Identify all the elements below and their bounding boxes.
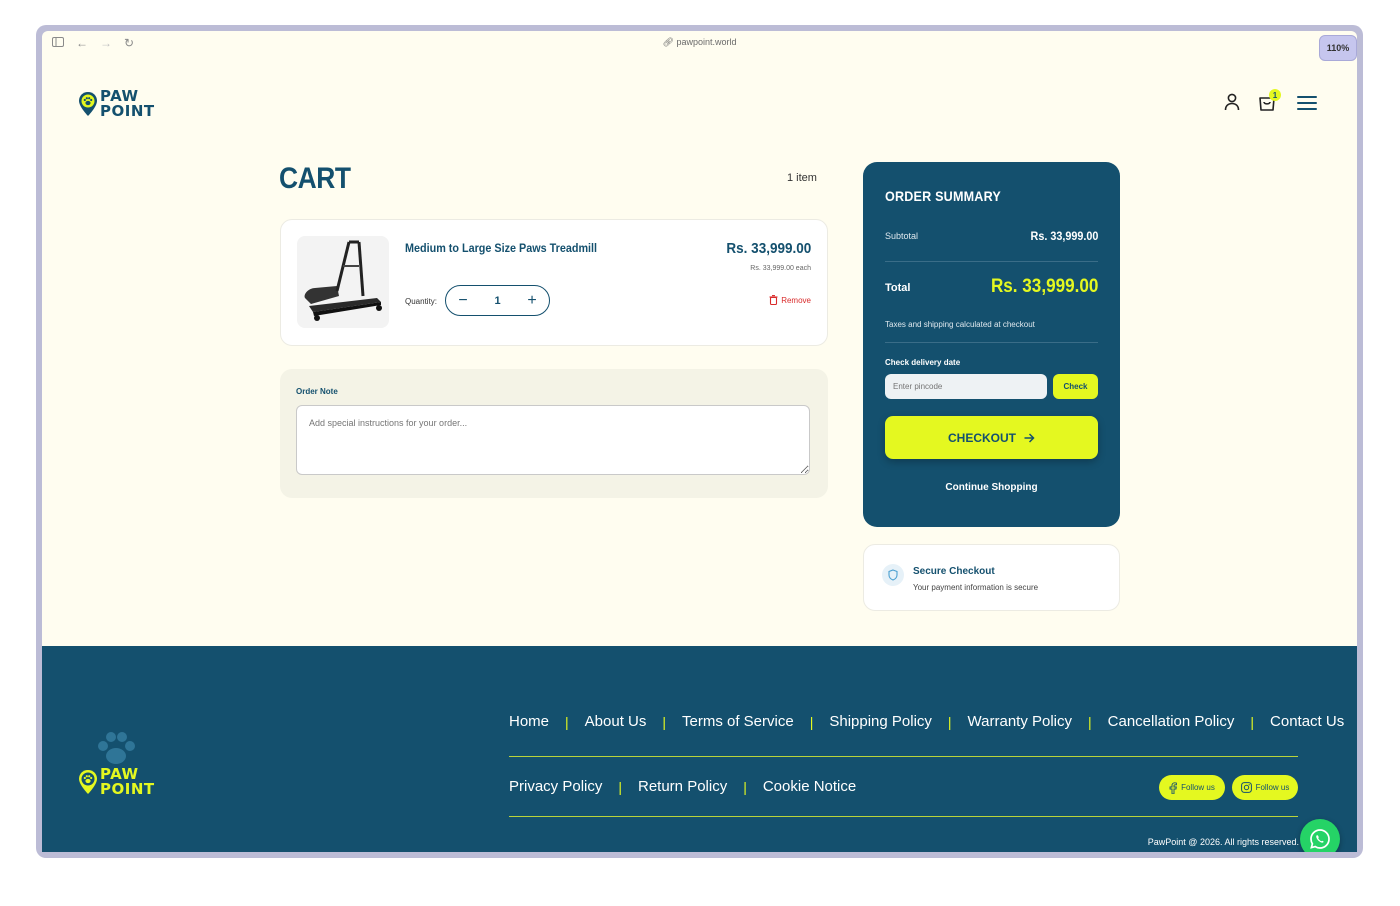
checkout-label: CHECKOUT xyxy=(948,430,1016,445)
copyright-text: PawPoint @ 2026. All rights reserved. xyxy=(1147,837,1299,847)
quantity-label: Quantity: xyxy=(405,297,438,306)
treadmill-image xyxy=(304,240,382,321)
whatsapp-chat-button[interactable] xyxy=(1300,819,1340,852)
paw-pin-icon xyxy=(79,770,97,794)
checkout-button[interactable]: CHECKOUT xyxy=(885,416,1098,459)
menu-icon[interactable] xyxy=(1297,95,1317,111)
shield-icon xyxy=(882,564,904,586)
secure-checkout-card: Secure Checkout Your payment information… xyxy=(863,544,1120,611)
remove-button[interactable]: Remove xyxy=(769,295,811,305)
instagram-icon xyxy=(1240,782,1252,793)
secure-subtitle: Your payment information is secure xyxy=(913,583,1039,592)
page: PAW POINT 1 CART 1 item Medium to Large … xyxy=(42,57,1357,852)
footer-link-return[interactable]: Return Policy xyxy=(638,778,727,795)
instagram-follow-button[interactable]: Follow us xyxy=(1232,775,1298,800)
link-separator: | xyxy=(565,713,569,730)
footer-links-primary: Home | About Us | Terms of Service | Shi… xyxy=(509,713,1344,730)
footer-link-home[interactable]: Home xyxy=(509,713,549,730)
follow-label: Follow us xyxy=(1255,783,1290,792)
follow-label: Follow us xyxy=(1181,783,1215,792)
footer-link-cookie[interactable]: Cookie Notice xyxy=(763,778,856,795)
address-bar[interactable]: 🔗︎ pawpoint.world xyxy=(42,37,1357,48)
trash-icon xyxy=(769,295,778,305)
pincode-input[interactable] xyxy=(885,374,1047,399)
facebook-icon xyxy=(1169,781,1177,794)
footer: PAW POINT Home | About Us | Terms of Ser… xyxy=(42,646,1357,852)
summary-divider xyxy=(885,342,1098,343)
address-text: pawpoint.world xyxy=(676,37,737,47)
footer-link-contact[interactable]: Contact Us xyxy=(1270,713,1344,730)
header-logo[interactable]: PAW POINT xyxy=(78,89,155,119)
subtotal-label: Subtotal xyxy=(885,231,919,241)
product-price: Rs. 33,999.00 xyxy=(726,240,811,257)
taxes-note: Taxes and shipping calculated at checkou… xyxy=(885,320,1035,329)
zoom-indicator[interactable]: 110% xyxy=(1319,35,1357,61)
unit-price: Rs. 33,999.00 each xyxy=(750,265,811,272)
order-note-section: Order Note xyxy=(280,369,828,498)
paw-print-icon xyxy=(98,732,136,764)
browser-window: ← → ↻ 🔗︎ pawpoint.world 110% PAW POINT 1… xyxy=(36,25,1363,858)
whatsapp-icon xyxy=(1310,829,1330,849)
total-label: Total xyxy=(885,282,911,294)
footer-link-about[interactable]: About Us xyxy=(585,713,647,730)
product-image[interactable] xyxy=(297,236,389,328)
secure-title: Secure Checkout xyxy=(913,566,995,577)
footer-divider xyxy=(509,756,1298,757)
check-delivery-button[interactable]: Check xyxy=(1053,374,1098,399)
link-separator: | xyxy=(1250,713,1255,730)
paw-pin-icon xyxy=(79,92,97,116)
continue-shopping-link[interactable]: Continue Shopping xyxy=(863,482,1120,493)
footer-link-cancellation[interactable]: Cancellation Policy xyxy=(1108,713,1235,730)
account-icon[interactable] xyxy=(1224,93,1240,111)
browser-toolbar: ← → ↻ 🔗︎ pawpoint.world xyxy=(42,31,1357,57)
footer-link-warranty[interactable]: Warranty Policy xyxy=(968,713,1072,730)
quantity-value[interactable]: 1 xyxy=(494,295,500,307)
subtotal-value: Rs. 33,999.00 xyxy=(1030,229,1098,243)
facebook-follow-button[interactable]: Follow us xyxy=(1159,775,1225,800)
order-summary: ORDER SUMMARY Subtotal Rs. 33,999.00 Tot… xyxy=(863,162,1120,527)
quantity-stepper: − 1 + xyxy=(445,285,550,316)
link-separator: | xyxy=(809,713,814,730)
footer-divider xyxy=(509,816,1298,817)
cart-item: Medium to Large Size Paws Treadmill Rs. … xyxy=(280,219,828,346)
total-value: Rs. 33,999.00 xyxy=(990,276,1098,297)
logo-text: PAW POINT xyxy=(100,87,155,120)
cart-count-badge: 1 xyxy=(1269,89,1281,101)
order-note-label: Order Note xyxy=(296,387,338,396)
remove-label: Remove xyxy=(781,295,811,305)
link-separator: | xyxy=(947,713,952,730)
summary-divider xyxy=(885,261,1098,262)
footer-link-shipping[interactable]: Shipping Policy xyxy=(829,713,932,730)
link-separator: | xyxy=(662,713,666,730)
logo-text: PAW POINT xyxy=(100,765,155,798)
product-name[interactable]: Medium to Large Size Paws Treadmill xyxy=(405,241,597,255)
link-separator: | xyxy=(618,778,622,795)
summary-title: ORDER SUMMARY xyxy=(885,188,1001,204)
decrease-quantity-button[interactable]: − xyxy=(456,292,470,309)
page-title: CART xyxy=(279,162,351,195)
link-separator: | xyxy=(1088,713,1092,730)
footer-logo-wordmark: PAW POINT xyxy=(78,767,155,797)
arrow-right-icon xyxy=(1024,432,1035,443)
order-note-input[interactable] xyxy=(296,405,810,475)
item-count: 1 item xyxy=(787,172,817,184)
footer-link-privacy[interactable]: Privacy Policy xyxy=(509,778,602,795)
footer-links-secondary: Privacy Policy | Return Policy | Cookie … xyxy=(509,778,856,795)
increase-quantity-button[interactable]: + xyxy=(525,292,539,309)
footer-logo[interactable]: PAW POINT xyxy=(78,729,155,797)
link-separator: | xyxy=(743,778,747,795)
footer-link-terms[interactable]: Terms of Service xyxy=(682,713,794,730)
delivery-label: Check delivery date xyxy=(885,358,961,367)
link-icon: 🔗︎ xyxy=(662,37,674,47)
